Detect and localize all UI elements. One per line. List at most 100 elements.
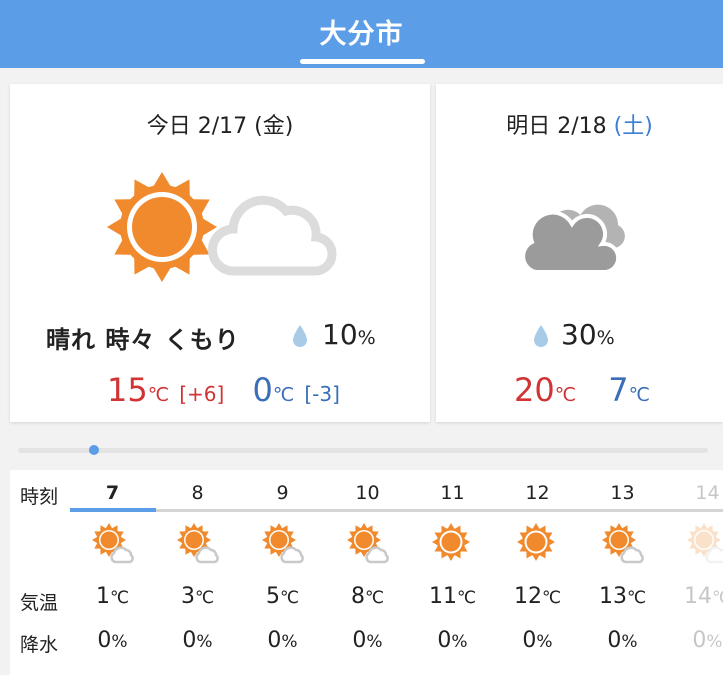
- sun-cloud-icon: [176, 522, 220, 566]
- hour-label[interactable]: 12: [495, 482, 580, 504]
- hour-label[interactable]: 11: [410, 482, 495, 504]
- hourly-forecast[interactable]: 時刻 気温 降水 7 1℃ 0% 8 3℃ 0% 9 5℃ 0% 10 8℃ 0% 11 11℃ 0% 12 1…: [10, 470, 723, 675]
- hour-temp-value: 13: [598, 584, 627, 609]
- today-temps: 15℃ [+6] 0℃ [-3]: [107, 371, 340, 409]
- today-date: 今日 2/17 (金): [146, 114, 294, 139]
- hour-precip-unit: %: [706, 632, 723, 652]
- hour-temp: 8℃: [325, 584, 410, 609]
- hourly-scrollbar-track[interactable]: [18, 448, 708, 453]
- raindrop-icon: [534, 325, 548, 347]
- tomorrow-precip-value: 30: [561, 318, 597, 351]
- today-precip: 10%: [292, 318, 376, 351]
- sun-icon: [431, 522, 475, 566]
- hour-precip-value: 0: [267, 628, 282, 653]
- hour-label[interactable]: 14: [665, 482, 723, 504]
- hour-temp-unit: ℃: [456, 588, 477, 608]
- hour-label[interactable]: 13: [580, 482, 665, 504]
- today-high-diff: [+6]: [179, 382, 225, 406]
- today-weather-text: 晴れ 時々 くもり: [46, 326, 240, 354]
- city-tab-indicator: [300, 59, 425, 64]
- hour-precip-value: 0: [437, 628, 452, 653]
- hour-precip: 0%: [410, 628, 495, 653]
- time-row-label: 時刻: [20, 486, 59, 508]
- city-title[interactable]: 大分市: [0, 12, 723, 51]
- hour-temp: 11℃: [410, 584, 495, 609]
- sun-cloud-icon: [91, 522, 135, 566]
- hourly-scrollbar-thumb[interactable]: [89, 445, 99, 455]
- tomorrow-date: 明日 2/18 (土): [436, 108, 723, 140]
- today-high-unit: ℃: [147, 384, 170, 406]
- today-low-unit: ℃: [272, 384, 295, 406]
- hour-temp-value: 8: [350, 584, 365, 609]
- hour-precip-unit: %: [621, 632, 638, 652]
- hour-precip: 0%: [665, 628, 723, 653]
- precip-row-label: 降水: [20, 634, 59, 656]
- today-forecast-card[interactable]: 今日 2/17 (金) 晴れ 時々 くもり 10% 15℃ [+6] 0℃ [-…: [10, 84, 430, 422]
- hour-precip: 0%: [580, 628, 665, 653]
- tomorrow-forecast-card[interactable]: 明日 2/18 (土) 30% 20℃ 7℃: [436, 84, 723, 422]
- today-precip-unit: %: [357, 327, 376, 349]
- hour-temp-unit: ℃: [279, 588, 300, 608]
- today-low-diff: [-3]: [304, 382, 340, 406]
- raindrop-icon: [293, 325, 307, 347]
- hour-temp-value: 3: [180, 584, 195, 609]
- hour-precip: 0%: [155, 628, 240, 653]
- hour-temp-unit: ℃: [626, 588, 647, 608]
- today-high: 15: [107, 371, 148, 409]
- hour-temp-unit: ℃: [711, 588, 723, 608]
- tomorrow-weekday: (土): [613, 114, 653, 139]
- tomorrow-low: 7: [608, 371, 629, 409]
- tomorrow-low-unit: ℃: [628, 384, 650, 406]
- tomorrow-precip: 30%: [533, 318, 615, 351]
- today-low: 0: [252, 371, 273, 409]
- hour-precip-unit: %: [366, 632, 383, 652]
- hour-precip-value: 0: [97, 628, 112, 653]
- hour-temp-unit: ℃: [364, 588, 385, 608]
- hour-temp: 1℃: [70, 584, 155, 609]
- sun-cloud-icon: [346, 522, 390, 566]
- hour-temp-unit: ℃: [194, 588, 215, 608]
- hour-precip-value: 0: [352, 628, 367, 653]
- hour-selector-active: [70, 508, 156, 512]
- tomorrow-high-unit: ℃: [554, 384, 577, 406]
- hour-temp: 5℃: [240, 584, 325, 609]
- hour-precip-unit: %: [536, 632, 553, 652]
- hour-temp: 3℃: [155, 584, 240, 609]
- hour-label[interactable]: 10: [325, 482, 410, 504]
- hour-precip-unit: %: [451, 632, 468, 652]
- sun-cloud-icon: [601, 522, 645, 566]
- hour-temp: 12℃: [495, 584, 580, 609]
- app-header: 大分市: [0, 0, 723, 68]
- sun-cloud-icon: [261, 522, 305, 566]
- hour-precip-value: 0: [607, 628, 622, 653]
- hour-temp: 14℃: [665, 584, 723, 609]
- hour-precip: 0%: [495, 628, 580, 653]
- tomorrow-temps: 20℃ 7℃: [514, 371, 650, 409]
- sun-cloud-icon: [686, 522, 723, 566]
- hour-label[interactable]: 8: [155, 482, 240, 504]
- sun-with-cloud-icon: [107, 172, 337, 282]
- hour-temp: 13℃: [580, 584, 665, 609]
- temp-row-label: 気温: [20, 592, 59, 614]
- hour-temp-value: 5: [265, 584, 280, 609]
- hour-precip-value: 0: [692, 628, 707, 653]
- tomorrow-high: 20: [514, 371, 555, 409]
- sun-icon: [516, 522, 560, 566]
- hour-precip-value: 0: [182, 628, 197, 653]
- hour-label[interactable]: 9: [240, 482, 325, 504]
- hour-label[interactable]: 7: [70, 482, 155, 504]
- hour-precip-unit: %: [281, 632, 298, 652]
- today-precip-value: 10: [322, 318, 358, 351]
- hour-precip: 0%: [70, 628, 155, 653]
- hour-temp-value: 12: [513, 584, 542, 609]
- hour-selector-line: [70, 509, 723, 512]
- hour-precip-value: 0: [522, 628, 537, 653]
- hour-temp-value: 1: [95, 584, 110, 609]
- hour-precip: 0%: [240, 628, 325, 653]
- hour-temp-value: 14: [683, 584, 712, 609]
- hour-temp-value: 11: [428, 584, 457, 609]
- hour-precip-unit: %: [111, 632, 128, 652]
- hour-temp-unit: ℃: [541, 588, 562, 608]
- hour-precip-unit: %: [196, 632, 213, 652]
- cloudy-icon: [522, 200, 626, 274]
